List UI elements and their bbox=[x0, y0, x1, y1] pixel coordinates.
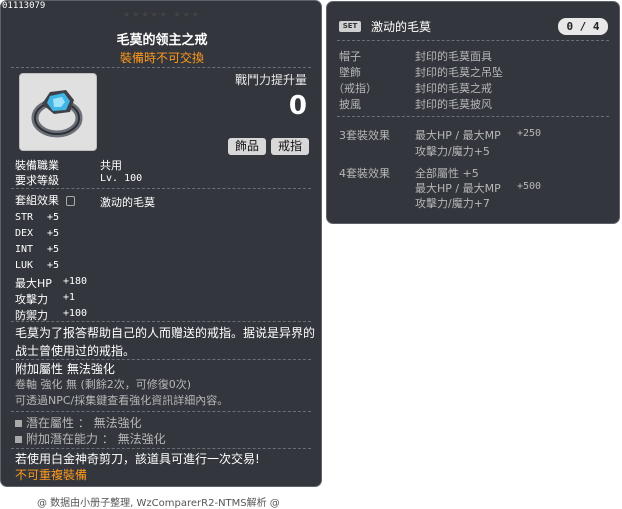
stat-value: +5 bbox=[47, 260, 60, 271]
set-piece-slot: 帽子 bbox=[339, 50, 361, 63]
set-piece-count: 0 / 4 bbox=[558, 18, 608, 35]
additional-potential-text: 附加潛在能力 ： 無法強化 bbox=[26, 432, 166, 446]
divider bbox=[11, 448, 311, 449]
job-label: 裝備職業 bbox=[15, 159, 59, 172]
set-piece-slot: 披風 bbox=[339, 98, 361, 111]
divider bbox=[11, 67, 311, 68]
footer-credit: @ 数据由小册子整理, WzComparerR2-NTMS解析 @ bbox=[37, 498, 280, 509]
set-piece-name: 封印的毛莫之吊坠 bbox=[415, 66, 503, 79]
potential-text: 潛在屬性 ： 無法強化 bbox=[26, 416, 142, 430]
item-name: 毛莫的领主之戒 bbox=[116, 33, 208, 48]
item-description: 毛莫为了报答帮助自己的人而赠送的戒指。据说是异界的战士曾使用过的戒指。 bbox=[15, 326, 316, 358]
set-effect-3-stat: 最大HP / 最大MP bbox=[415, 129, 501, 142]
category-tag-accessory: 飾品 bbox=[228, 138, 267, 155]
stat-value: +5 bbox=[47, 212, 60, 223]
set-effect-name: 激动的毛莫 bbox=[100, 196, 155, 209]
stat-name: DEX bbox=[15, 228, 34, 239]
set-effect-4-stat: 最大HP / 最大MP bbox=[415, 182, 501, 195]
additional-potential-square-icon bbox=[15, 436, 22, 443]
stat-name: 最大HP bbox=[15, 277, 52, 290]
trade-restriction: 裝備時不可交換 bbox=[119, 51, 204, 65]
stat-value: +5 bbox=[47, 244, 60, 255]
stat-name: STR bbox=[15, 212, 34, 223]
set-effect-3-stat: 攻擊力/魔力+5 bbox=[415, 145, 490, 158]
item-tooltip: 01113079 ★★★★★ ★★★ 毛莫的领主之戒 裝備時不可交換 戰鬥力提升… bbox=[0, 0, 322, 487]
divider bbox=[337, 40, 609, 41]
star-force-stars: ★★★★★ ★★★ bbox=[123, 10, 201, 19]
set-piece-name: 封印的毛莫之戒 bbox=[415, 82, 492, 95]
divider bbox=[11, 188, 311, 189]
set-title: 激动的毛莫 bbox=[371, 20, 432, 34]
set-piece-name: 封印的毛莫披风 bbox=[415, 98, 492, 111]
divider bbox=[11, 411, 311, 412]
power-increase-label: 戰鬥力提升量 bbox=[234, 73, 307, 87]
category-tag-ring: 戒指 bbox=[271, 138, 310, 155]
set-badge: SET bbox=[339, 21, 361, 32]
item-icon-frame bbox=[19, 73, 97, 151]
set-effect-4-value: +500 bbox=[517, 181, 542, 192]
additional-potential-row: 附加潛在能力 ： 無法強化 bbox=[15, 430, 315, 448]
job-value: 共用 bbox=[100, 159, 122, 172]
divider bbox=[337, 116, 609, 117]
potential-square-icon bbox=[15, 420, 22, 427]
power-increase-value: 0 bbox=[288, 91, 307, 121]
ring-icon bbox=[31, 90, 83, 138]
no-duplicate-equip: 不可重複裝備 bbox=[15, 468, 88, 482]
set-piece-slot: 墜飾 bbox=[339, 66, 361, 79]
set-piece-slot: （戒指） bbox=[333, 82, 377, 95]
set-effect-4-stat: 全部屬性 +5 bbox=[415, 167, 479, 180]
req-level-value: Lv. 100 bbox=[100, 173, 143, 184]
stat-value: +180 bbox=[63, 276, 88, 287]
set-effect-3-label: 3套裝效果 bbox=[339, 129, 390, 142]
set-effect-label-text: 套組效果 bbox=[15, 194, 59, 207]
stat-name: 攻擊力 bbox=[15, 293, 48, 306]
stat-value: +5 bbox=[47, 228, 60, 239]
set-effect-3-value: +250 bbox=[517, 128, 542, 139]
stat-value: +1 bbox=[63, 292, 76, 303]
stat-value: +100 bbox=[63, 308, 88, 319]
req-level-label: 要求等級 bbox=[15, 174, 59, 187]
stat-name: INT bbox=[15, 244, 34, 255]
set-tooltip: SET 激动的毛莫 0 / 4 帽子 封印的毛莫面具 墜飾 封印的毛莫之吊坠 （… bbox=[326, 1, 620, 224]
set-piece-name: 封印的毛莫面具 bbox=[415, 50, 492, 63]
set-effect-label: 套組效果 bbox=[15, 192, 75, 208]
lock-icon bbox=[65, 196, 75, 206]
upgrade-hint: 可透過NPC/採集鍵查看強化資訊詳細內容。 bbox=[15, 394, 229, 407]
stat-name: LUK bbox=[15, 260, 34, 271]
set-effect-4-stat: 攻擊力/魔力+7 bbox=[415, 197, 490, 210]
set-effect-4-label: 4套裝效果 bbox=[339, 167, 390, 180]
divider bbox=[11, 321, 311, 322]
